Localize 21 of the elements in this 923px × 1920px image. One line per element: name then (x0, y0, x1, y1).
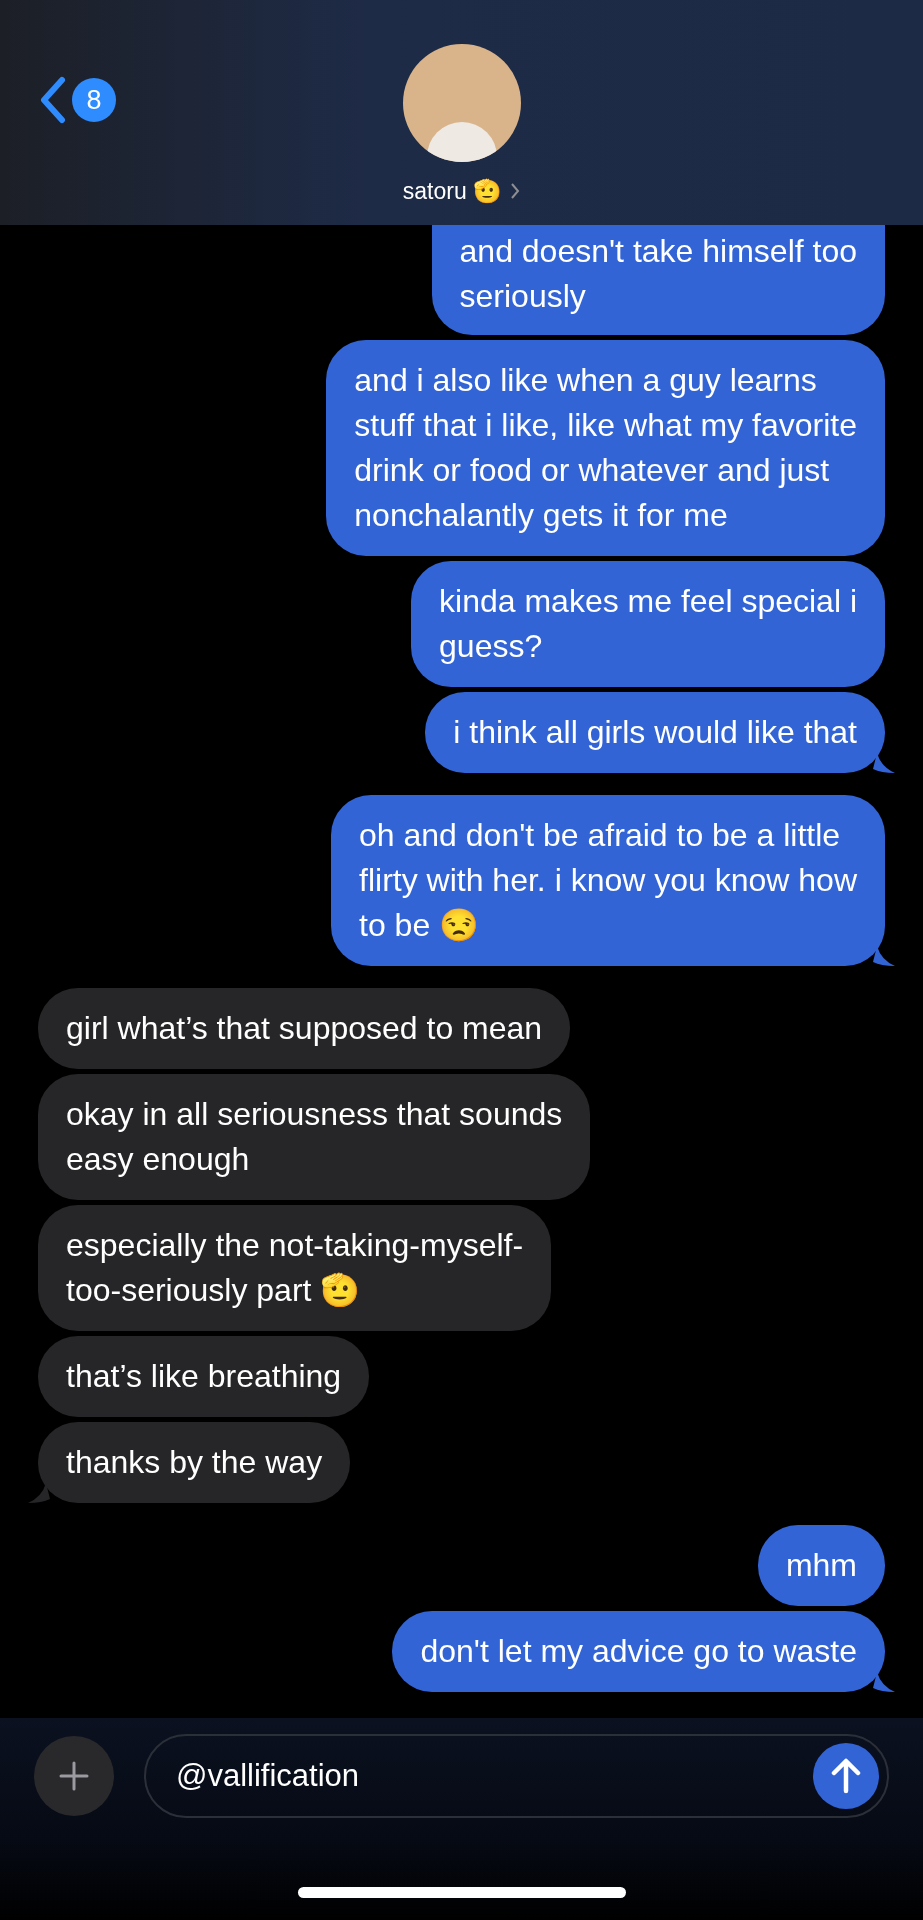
message-text: that’s like breathing (66, 1358, 342, 1394)
message-text: oh and don't be afraid to be a little flirty with her. i know you know how to be 😒 (359, 817, 857, 943)
message-text: okay in all seriousness that sounds easy enough (66, 1096, 563, 1177)
plus-icon (59, 1761, 89, 1791)
message-text: girl what’s that supposed to mean (66, 1010, 543, 1046)
chevron-right-icon (510, 182, 521, 201)
send-button[interactable] (813, 1743, 879, 1809)
message-input-field[interactable]: @vallification (144, 1734, 889, 1818)
message-text-input[interactable]: @vallification (176, 1752, 813, 1800)
message-text: and doesn't take himself too seriously (459, 233, 857, 314)
arrow-up-icon (831, 1758, 861, 1794)
message-text: thanks by the way (66, 1444, 323, 1480)
back-chevron-icon (38, 76, 66, 124)
contact-name[interactable]: satoru 🫡 (402, 174, 503, 209)
message-text: and i also like when a guy learns stuff that i like, like what my favorite drink or food or whatever and just nonchalantly gets it for me (354, 362, 857, 533)
message-text: i think all girls would like that (453, 714, 857, 750)
unread-count: 8 (72, 78, 116, 122)
message-text: especially the not-taking-myself- too-seriously part 🫡 (66, 1227, 524, 1308)
message-text: kinda makes me feel special i guess? (439, 583, 857, 664)
message-text: mhm (785, 1547, 857, 1583)
message-text: don't let my advice go to waste (420, 1633, 857, 1669)
